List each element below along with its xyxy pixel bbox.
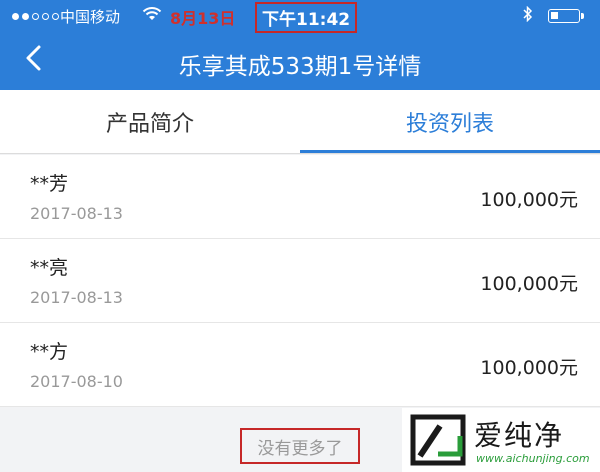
investment-amount: 100,000元 xyxy=(480,189,578,211)
watermark-logo-icon xyxy=(410,414,466,466)
signal-dot xyxy=(12,13,19,20)
no-more-label: 没有更多了 xyxy=(240,428,360,464)
investor-name: **方 xyxy=(30,341,69,363)
signal-dot xyxy=(32,13,39,20)
wifi-icon xyxy=(142,6,162,26)
investment-date: 2017-08-13 xyxy=(30,288,123,307)
page-title: 乐享其成533期1号详情 xyxy=(178,54,422,80)
annotation-date: 8月13日 xyxy=(170,9,236,28)
investment-date: 2017-08-10 xyxy=(30,372,123,391)
battery-level xyxy=(551,12,558,19)
tab-investment-list[interactable]: 投资列表 xyxy=(300,90,600,154)
carrier-name: 中国移动 xyxy=(60,8,121,26)
list-item[interactable]: **方 2017-08-10 100,000元 xyxy=(0,323,600,407)
battery-icon xyxy=(548,9,584,23)
watermark-url: www.aichunjing.com xyxy=(476,452,590,465)
investment-date: 2017-08-13 xyxy=(30,204,123,223)
investor-name: **亮 xyxy=(30,257,69,279)
list-item[interactable]: **芳 2017-08-13 100,000元 xyxy=(0,155,600,239)
investor-name: **芳 xyxy=(30,173,69,195)
signal-strength-icon xyxy=(12,13,59,20)
signal-dot xyxy=(22,13,29,20)
watermark-text: 爱纯净 xyxy=(474,419,565,452)
watermark: 爱纯净 www.aichunjing.com xyxy=(402,408,600,472)
status-bar: 中国移动 8月13日 下午11:42 xyxy=(0,0,600,33)
tab-bar: 产品简介 投资列表 xyxy=(0,90,600,154)
investment-list: **芳 2017-08-13 100,000元 **亮 2017-08-13 1… xyxy=(0,155,600,407)
list-item[interactable]: **亮 2017-08-13 100,000元 xyxy=(0,239,600,323)
app-header: 中国移动 8月13日 下午11:42 乐享其成533期1号详情 xyxy=(0,0,600,90)
bluetooth-icon xyxy=(523,5,533,26)
tab-product-intro[interactable]: 产品简介 xyxy=(0,90,300,154)
nav-bar: 乐享其成533期1号详情 xyxy=(0,32,600,90)
active-tab-indicator xyxy=(300,150,600,153)
signal-dot xyxy=(42,13,49,20)
signal-dot xyxy=(52,13,59,20)
investment-amount: 100,000元 xyxy=(480,273,578,295)
status-time: 下午11:42 xyxy=(255,2,358,33)
investment-amount: 100,000元 xyxy=(480,357,578,379)
